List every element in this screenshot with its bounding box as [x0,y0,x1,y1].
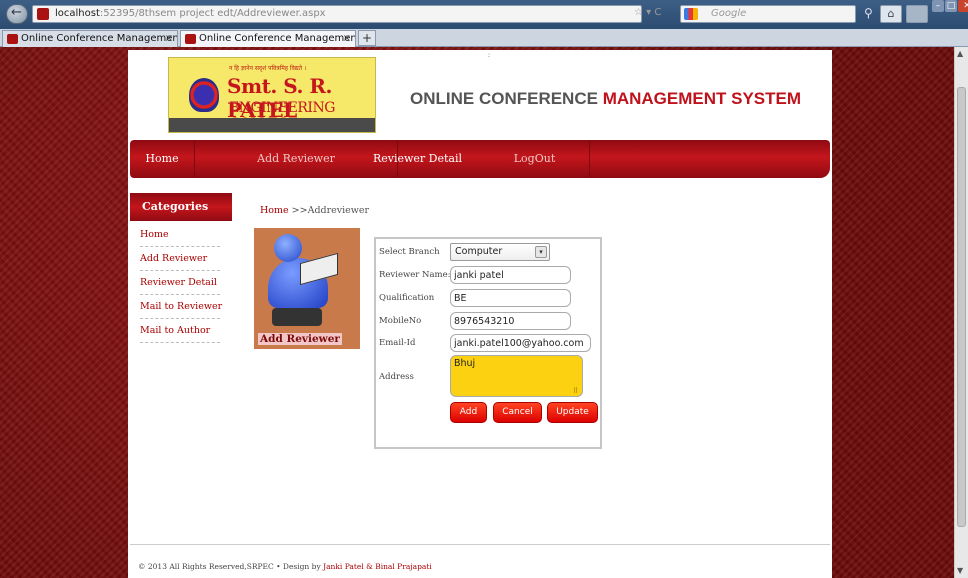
mobile-input[interactable] [450,312,571,330]
logo-band [169,118,375,132]
vertical-scrollbar[interactable]: ▲ ▼ [954,47,968,578]
back-button[interactable] [6,4,28,24]
reviewer-image-caption: Add Reviewer [258,333,342,345]
sidebar-item-reviewer-detail[interactable]: Reviewer Detail [140,271,220,295]
close-icon[interactable]: ✕ [958,0,968,12]
college-emblem-icon [189,78,219,112]
logo-motto: न हि ज्ञानेन सदृशं पवित्रमिह विद्यते । [229,65,307,72]
address-label: Address [379,372,414,382]
scroll-up-icon[interactable]: ▲ [957,49,963,58]
branch-label: Select Branch [379,247,440,257]
breadcrumb-current: >>Addreviewer [288,205,370,216]
resize-grip-icon[interactable]: ⠿ [573,387,578,395]
search-box[interactable]: Google [680,5,856,23]
bookmark-star-icon[interactable]: ☆ ▾ C [634,7,661,18]
page-container: : न हि ज्ञानेन सदृशं पवित्रमिह विद्यते ।… [128,50,832,578]
scroll-thumb[interactable] [957,87,966,527]
tab-close-icon[interactable]: × [343,31,351,47]
tab-close-icon[interactable]: × [165,31,173,47]
footer-authors[interactable]: Janki Patel & Binal Prajapati [323,562,432,571]
chair-shape [272,308,322,326]
browser-tab-2[interactable]: Online Conference Management Syst... × [180,30,356,47]
url-text: localhost:52395/8thsem project edt/Addre… [55,8,326,19]
figure-head [274,234,302,262]
branch-select[interactable]: Computer ▾ [450,243,550,261]
tab-favicon-icon [185,34,196,44]
mobile-label: MobileNo [379,316,422,326]
maximize-icon[interactable]: □ [945,0,957,12]
scroll-down-icon[interactable]: ▼ [957,566,963,575]
browser-tab-1[interactable]: Online Conference Management Syst... × [2,30,178,47]
footer-divider [130,544,830,545]
footer: © 2013 All Rights Reserved,SRPEC • Desig… [138,562,432,571]
categories-list: Home Add Reviewer Reviewer Detail Mail t… [140,223,222,343]
header-dot: : [488,52,491,59]
email-input[interactable] [450,334,591,352]
sidebar-item-add-reviewer[interactable]: Add Reviewer [140,247,220,271]
google-icon [684,8,698,20]
reviewer-illustration: Add Reviewer [254,228,360,349]
nav-reviewer-detail[interactable]: Reviewer Detail [355,140,480,178]
footer-copyright: © 2013 All Rights Reserved,SRPEC • Desig… [138,562,324,571]
new-tab-button[interactable]: + [358,30,376,46]
sidebar-item-mail-to-author[interactable]: Mail to Author [140,319,220,343]
search-icon[interactable]: ⚲ [864,6,873,20]
tab-label: Online Conference Management Syst... [199,33,356,44]
sidebar-item-mail-to-reviewer[interactable]: Mail to Reviewer [140,295,222,319]
email-label: Email-Id [379,338,416,348]
add-button[interactable]: Add [450,402,487,423]
site-title: ONLINE CONFERENCE MANAGEMENT SYSTEM [410,89,802,108]
sidebar-item-home[interactable]: Home [140,223,220,247]
tab-favicon-icon [7,34,18,44]
nav-logout[interactable]: LogOut [480,140,590,178]
minimize-icon[interactable]: – [932,0,944,12]
cancel-button[interactable]: Cancel [493,402,542,423]
home-button[interactable]: ⌂ [880,5,902,23]
breadcrumb-home-link[interactable]: Home [260,205,289,216]
chevron-down-icon: ▾ [535,246,547,258]
add-reviewer-form: Select Branch Computer ▾ Reviewer Name: … [374,237,602,449]
breadcrumb: Home >>Addreviewer [260,205,369,216]
main-nav: Home Add Reviewer Reviewer Detail LogOut [130,140,830,178]
update-button[interactable]: Update [547,402,598,423]
qualification-input[interactable] [450,289,571,307]
nav-home[interactable]: Home [130,140,195,178]
search-placeholder: Google [711,8,747,19]
tab-bar: Online Conference Management Syst... × O… [0,29,968,47]
branch-selected-value: Computer [455,246,503,257]
address-textarea[interactable]: Bhuj [450,355,583,397]
address-bar[interactable]: localhost:52395/8thsem project edt/Addre… [32,5,642,23]
browser-toolbar: localhost:52395/8thsem project edt/Addre… [0,0,968,29]
reviewer-name-input[interactable] [450,266,571,284]
window-controls: – □ ✕ [931,0,968,16]
bookmarks-button[interactable] [906,5,928,23]
qualification-label: Qualification [379,293,435,303]
tab-label: Online Conference Management Syst... [21,33,178,44]
college-logo: न हि ज्ञानेन सदृशं पवित्रमिह विद्यते । S… [168,57,376,133]
site-favicon-icon [37,8,49,20]
categories-heading: Categories [130,193,232,221]
reviewer-name-label: Reviewer Name: [379,270,451,280]
